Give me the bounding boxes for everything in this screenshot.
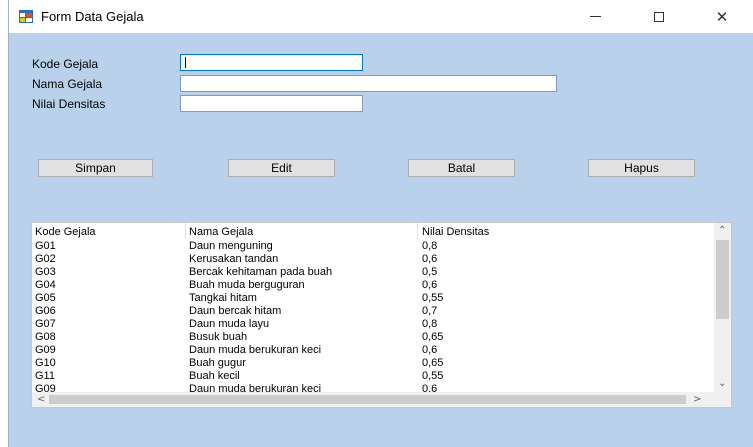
nilai-densitas-input[interactable] bbox=[180, 95, 363, 112]
text-caret bbox=[185, 57, 186, 68]
scroll-up-icon[interactable]: ⌃ bbox=[718, 226, 726, 236]
close-icon: ✕ bbox=[715, 7, 729, 26]
kode-gejala-label: Kode Gejala bbox=[32, 57, 99, 71]
maximize-icon bbox=[654, 11, 664, 22]
column-divider bbox=[185, 223, 186, 239]
nama-gejala-label: Nama Gejala bbox=[32, 77, 103, 91]
close-button[interactable]: ✕ bbox=[699, 0, 745, 33]
nilai-densitas-label: Nilai Densitas bbox=[32, 97, 106, 111]
nama-gejala-input[interactable] bbox=[180, 75, 557, 92]
column-header-nama[interactable]: Nama Gejala bbox=[189, 226, 253, 239]
title-bar[interactable]: Form Data Gejala ✕ bbox=[9, 0, 753, 33]
hapus-button[interactable]: Hapus bbox=[588, 159, 695, 177]
scroll-right-icon[interactable]: > bbox=[693, 395, 701, 405]
kode-gejala-input[interactable] bbox=[180, 54, 363, 71]
app-icon bbox=[19, 10, 33, 23]
vertical-scroll-thumb[interactable] bbox=[716, 240, 729, 319]
column-divider bbox=[417, 223, 418, 239]
vertical-scrollbar[interactable]: ⌃ ⌄ bbox=[714, 223, 731, 393]
batal-button[interactable]: Batal bbox=[408, 159, 515, 177]
simpan-button[interactable]: Simpan bbox=[38, 159, 153, 177]
horizontal-scroll-thumb[interactable] bbox=[49, 395, 686, 404]
edit-button[interactable]: Edit bbox=[228, 159, 335, 177]
scrollbar-corner bbox=[714, 392, 731, 407]
maximize-button[interactable] bbox=[636, 0, 682, 33]
column-header-kode[interactable]: Kode Gejala bbox=[35, 226, 96, 239]
window-title: Form Data Gejala bbox=[41, 9, 144, 24]
scroll-left-icon[interactable]: < bbox=[37, 395, 45, 405]
gejala-table[interactable]: Kode Gejala Nama Gejala Nilai Densitas G… bbox=[31, 222, 732, 408]
scroll-down-icon[interactable]: ⌄ bbox=[718, 379, 726, 389]
minimize-icon bbox=[589, 16, 601, 17]
form-window: Form Data Gejala ✕ Kode Gejala Nama Geja… bbox=[8, 0, 753, 447]
horizontal-scrollbar[interactable]: < > bbox=[32, 392, 716, 407]
minimize-button[interactable] bbox=[572, 0, 618, 33]
column-header-nilai[interactable]: Nilai Densitas bbox=[422, 226, 489, 239]
